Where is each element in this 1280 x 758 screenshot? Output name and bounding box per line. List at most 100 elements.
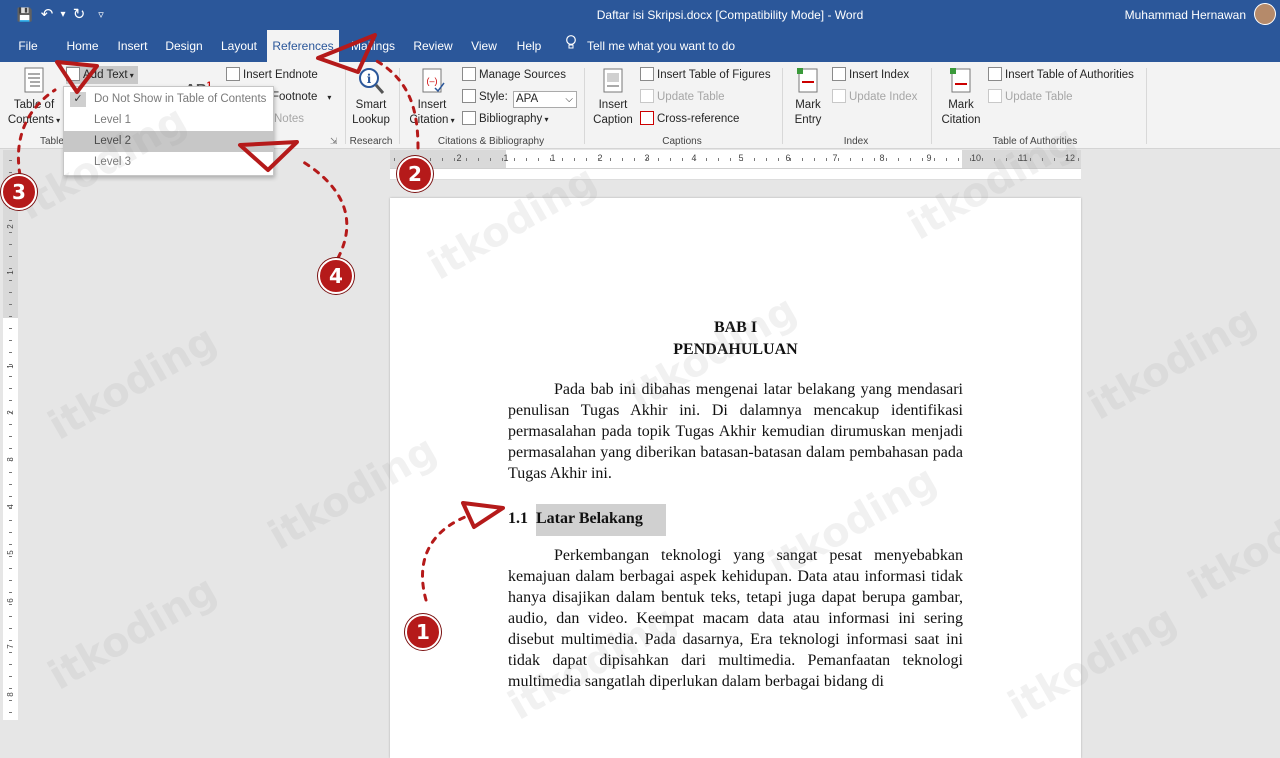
insert-citation-label-1: Insert [417, 99, 447, 111]
ribbon-tabs: File Home Insert Design Layout Reference… [0, 30, 1280, 62]
tab-design[interactable]: Design [160, 30, 208, 62]
tab-layout[interactable]: Layout [214, 30, 264, 62]
tab-review[interactable]: Review [407, 30, 459, 62]
ruler-tick [9, 220, 12, 221]
tab-home[interactable]: Home [60, 30, 105, 62]
add-text-button[interactable]: Add Text ▾ [66, 66, 138, 84]
smart-lookup-button[interactable]: i Smart Lookup [348, 66, 394, 128]
mark-entry-label-2: Entry [794, 114, 822, 126]
ruler-tick [502, 158, 503, 161]
ruler-tick [9, 676, 12, 677]
ruler-tick [9, 568, 12, 569]
section-heading[interactable]: 1.1 Latar Belakang [508, 504, 666, 536]
ruler-tick [790, 158, 791, 161]
ruler-number: 7 [832, 153, 838, 163]
tell-me-text: Tell me what you want to do [587, 39, 736, 53]
ruler-tick [9, 544, 12, 545]
update-table-of-authorities-button[interactable]: Update Table [988, 88, 1073, 106]
update-table-of-figures-button[interactable]: Update Table [640, 88, 725, 106]
avatar[interactable] [1254, 3, 1276, 25]
checkmark-icon: ✓ [70, 92, 86, 107]
ruler-tick [9, 388, 12, 389]
ruler-tick [550, 158, 551, 161]
tab-view[interactable]: View [462, 30, 506, 62]
ruler-underlay [390, 169, 1081, 180]
ruler-tick [490, 158, 491, 161]
ruler-tick [994, 158, 995, 161]
manage-sources-button[interactable]: Manage Sources [462, 66, 566, 84]
ruler-tick [658, 158, 659, 161]
ruler-tick [9, 532, 12, 533]
footnotes-dialog-launcher-icon[interactable]: ⇲ [330, 132, 338, 150]
style-selector[interactable]: Style: APA ⌵ [462, 88, 577, 108]
show-notes-button[interactable]: Notes [274, 110, 304, 128]
table-of-contents-button[interactable]: Table of Contents ▾ [6, 66, 62, 128]
ruler-tick [814, 158, 815, 161]
ruler-tick [9, 232, 12, 233]
ruler-tick [526, 158, 527, 161]
ruler-tick [694, 158, 695, 161]
ruler-tick [646, 158, 647, 161]
insert-caption-icon [598, 66, 628, 96]
next-footnote-button[interactable]: Footnote ▾ [272, 88, 331, 106]
ruler-tick [9, 412, 12, 413]
insert-citation-button[interactable]: (–) Insert Citation ▾ [404, 66, 460, 128]
annotation-badge-4: 4 [318, 258, 354, 294]
ruler-tick [9, 628, 12, 629]
ruler-tick [1078, 158, 1079, 161]
ruler-tick [9, 280, 12, 281]
ruler-tick [838, 158, 839, 161]
style-dropdown[interactable]: APA ⌵ [512, 91, 577, 108]
watermark-text: itkoding [1080, 296, 1265, 430]
menu-item-level-1[interactable]: Level 1 [64, 110, 273, 131]
ruler-tick [454, 158, 455, 161]
insert-table-of-authorities-button[interactable]: Insert Table of Authorities [988, 66, 1134, 84]
update-index-button[interactable]: Update Index [832, 88, 917, 106]
insert-table-of-figures-button[interactable]: Insert Table of Figures [640, 66, 771, 84]
ruler-tick [934, 158, 935, 161]
menu-item-do-not-show[interactable]: ✓ Do Not Show in Table of Contents [64, 89, 273, 110]
ruler-tick [598, 158, 599, 161]
body-paragraph: Perkembangan teknologi yang sangat pesat… [508, 547, 963, 690]
mark-entry-button[interactable]: Mark Entry [786, 66, 830, 128]
vertical-ruler[interactable]: 2112345678 [3, 150, 18, 720]
insert-index-button[interactable]: Insert Index [832, 66, 909, 84]
ruler-tick [802, 158, 803, 161]
ruler-tick [826, 158, 827, 161]
ruler-tick [766, 158, 767, 161]
ruler-tick [9, 256, 12, 257]
ruler-tick [9, 616, 12, 617]
tab-file[interactable]: File [8, 30, 48, 62]
cross-reference-button[interactable]: Cross-reference [640, 110, 739, 128]
ruler-tick [9, 688, 12, 689]
ruler-tick [1066, 158, 1067, 161]
tab-insert[interactable]: Insert [110, 30, 155, 62]
document-page[interactable]: BAB I PENDAHULUAN Pada bab ini dibahas m… [390, 198, 1081, 758]
svg-text:i: i [367, 72, 372, 86]
menu-item-level-2[interactable]: Level 2 [64, 131, 273, 152]
user-name[interactable]: Muhammad Hernawan [1125, 8, 1246, 22]
ruler-tick [9, 328, 12, 329]
mark-citation-button[interactable]: Mark Citation [936, 66, 986, 128]
tab-help[interactable]: Help [509, 30, 549, 62]
insert-caption-button[interactable]: Insert Caption [588, 66, 638, 128]
ruler-tick [9, 640, 12, 641]
ruler-tick [9, 664, 12, 665]
insert-citation-label-2: Citation ▾ [409, 114, 455, 126]
lightbulb-icon [565, 30, 579, 63]
index-group-label: Index [843, 136, 869, 147]
menu-item-level-3[interactable]: Level 3 [64, 152, 273, 173]
update-toa-icon [988, 89, 1002, 103]
table-of-contents-icon [19, 66, 49, 96]
tab-references[interactable]: References [267, 30, 339, 62]
bibliography-icon [462, 111, 476, 125]
bibliography-button[interactable]: Bibliography ▾ [462, 110, 549, 128]
horizontal-ruler[interactable]: 21123456789101112 [390, 150, 1081, 169]
ruler-tick [1030, 158, 1031, 161]
ruler-tick [9, 340, 12, 341]
tab-mailings[interactable]: Mailings [342, 30, 404, 62]
insert-endnote-button[interactable]: Insert Endnote [226, 66, 318, 84]
ruler-tick [9, 460, 12, 461]
tell-me-box[interactable]: Tell me what you want to do [565, 30, 735, 62]
ruler-tick [898, 158, 899, 161]
